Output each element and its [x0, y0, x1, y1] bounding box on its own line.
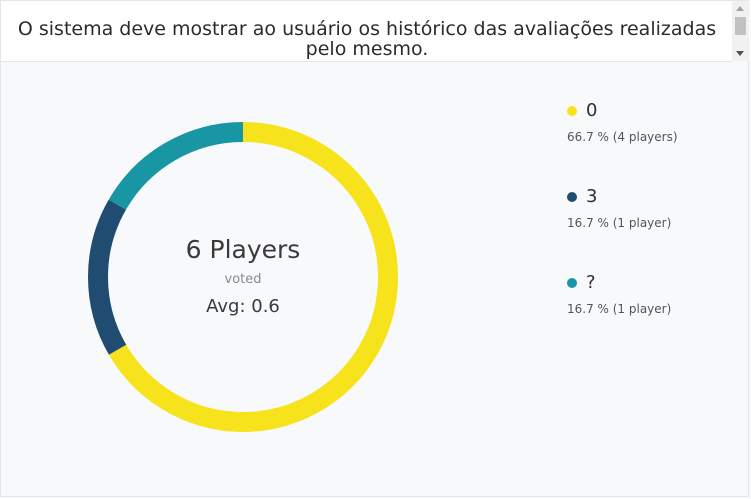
legend-dot: [567, 278, 577, 288]
players-count: 6 Players: [185, 235, 301, 264]
header-scrollbar[interactable]: [732, 1, 749, 61]
legend-label: 3: [586, 186, 598, 207]
story-title-line-2: pelo mesmo.: [305, 38, 429, 60]
legend-label: 0: [586, 100, 598, 121]
donut-center-summary: 6 Players voted Avg: 0.6: [88, 122, 398, 432]
voted-label: voted: [224, 272, 262, 287]
story-header: O sistema deve mostrar ao usuário os his…: [1, 1, 732, 62]
story-title: O sistema deve mostrar ao usuário os his…: [7, 19, 727, 59]
scroll-up-arrow-icon[interactable]: [736, 6, 744, 11]
scrollbar-thumb[interactable]: [735, 17, 746, 35]
story-title-line-1: O sistema deve mostrar ao usuário os his…: [17, 18, 717, 40]
scroll-down-arrow-icon[interactable]: [736, 51, 744, 56]
legend-detail: 16.7 % (1 player): [567, 216, 672, 230]
legend-detail: 66.7 % (4 players): [567, 130, 678, 144]
legend-label: ?: [586, 272, 596, 293]
average-value: Avg: 0.6: [206, 296, 280, 317]
legend-dot: [567, 192, 577, 202]
legend-detail: 16.7 % (1 player): [567, 302, 672, 316]
legend-dot: [567, 106, 577, 116]
